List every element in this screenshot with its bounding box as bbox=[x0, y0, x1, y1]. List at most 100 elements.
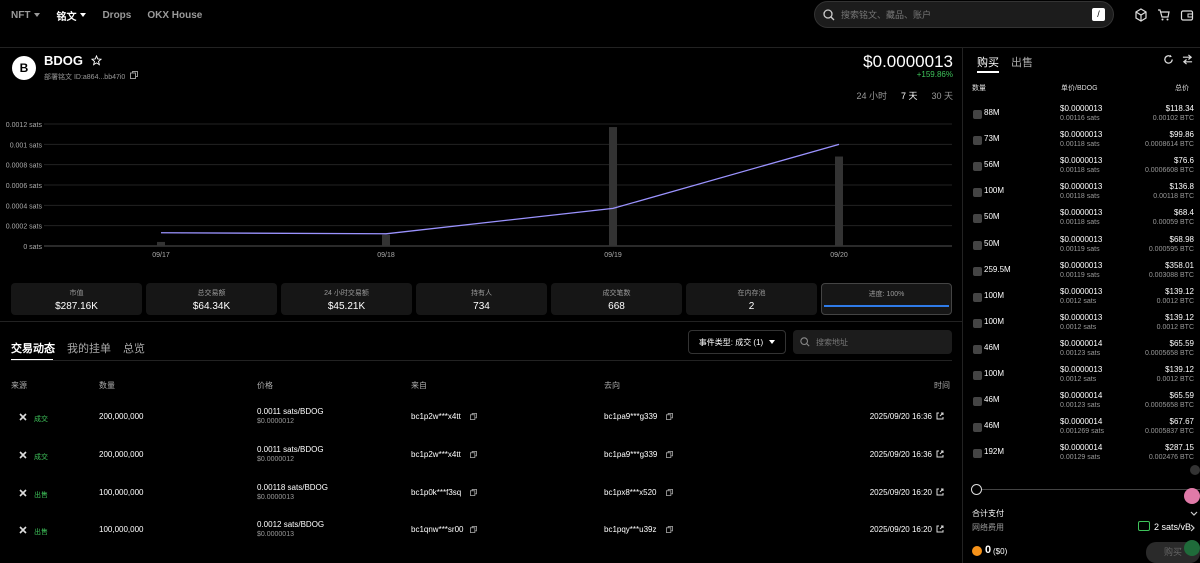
chevron-right-icon[interactable] bbox=[1190, 524, 1196, 532]
order-list: 88M $0.0000013 0.00116 sats $118.34 0.00102 … bbox=[0, 0, 1200, 475]
support-headset-icon[interactable] bbox=[1184, 540, 1200, 556]
external-link-icon[interactable] bbox=[936, 525, 944, 533]
row-to-address[interactable]: bc1px8***x520 bbox=[604, 488, 656, 497]
order-total-btc: 0.000595 BTC bbox=[1148, 245, 1194, 253]
order-checkbox[interactable] bbox=[973, 292, 982, 302]
order-total: $65.59 0.0005658 BTC bbox=[1145, 339, 1194, 357]
row-quantity: 100,000,000 bbox=[99, 525, 144, 534]
order-checkbox[interactable] bbox=[973, 344, 982, 354]
table-row[interactable]: 出售 100,000,000 0.00118 sats/BDOG $0.0000013… bbox=[0, 474, 962, 512]
order-price-usd: $0.0000014 bbox=[1060, 443, 1103, 453]
row-to[interactable]: bc1px8***x520 bbox=[604, 488, 656, 497]
order-total-btc: 0.0012 BTC bbox=[1156, 297, 1194, 305]
order-row[interactable]: 100M $0.0000013 0.0012 sats $139.12 0.0012 B… bbox=[966, 286, 1200, 312]
quantity-slider-track[interactable] bbox=[975, 489, 1200, 490]
order-price: $0.0000014 0.00129 sats bbox=[1060, 443, 1102, 461]
order-price-sats: 0.00123 sats bbox=[1060, 349, 1101, 357]
quantity-slider-knob[interactable] bbox=[971, 484, 982, 495]
order-qty: 73M bbox=[984, 134, 1000, 144]
order-total-btc: 0.003088 BTC bbox=[1148, 271, 1194, 279]
order-row[interactable]: 50M $0.0000013 0.00118 sats $68.4 0.00059 BT… bbox=[966, 207, 1200, 233]
order-total: $99.86 0.0008614 BTC bbox=[1145, 130, 1194, 148]
row-to[interactable]: bc1pqy***u39z bbox=[604, 525, 656, 534]
order-qty: 46M bbox=[984, 395, 1000, 405]
order-row[interactable]: 100M $0.0000013 0.0012 sats $139.12 0.0012 B… bbox=[966, 364, 1200, 390]
order-total-usd: $67.67 bbox=[1169, 417, 1194, 427]
order-row[interactable]: 46M $0.0000014 0.00123 sats $65.59 0.0005658… bbox=[966, 390, 1200, 416]
order-total-usd: $65.59 bbox=[1169, 391, 1194, 401]
order-price: $0.0000013 0.00119 sats bbox=[1060, 235, 1102, 253]
row-from-address[interactable]: bc1p0k***f3sq bbox=[411, 488, 461, 497]
order-checkbox[interactable] bbox=[973, 240, 982, 250]
order-total: $139.12 0.0012 BTC bbox=[1157, 365, 1194, 383]
order-row[interactable]: 192M $0.0000014 0.00129 sats $287.15 0.00247… bbox=[966, 442, 1200, 468]
order-total-usd: $136.8 bbox=[1169, 182, 1194, 192]
order-price-usd: $0.0000013 bbox=[1060, 156, 1103, 166]
order-checkbox[interactable] bbox=[973, 318, 982, 328]
order-row[interactable]: 46M $0.0000014 0.00123 sats $65.59 0.0005658… bbox=[966, 338, 1200, 364]
order-checkbox[interactable] bbox=[973, 371, 982, 380]
order-qty: 259.5M bbox=[984, 264, 1011, 274]
order-row[interactable]: 73M $0.0000013 0.00118 sats $99.86 0.0008614… bbox=[966, 129, 1200, 155]
copy-icon[interactable] bbox=[666, 489, 673, 496]
table-row[interactable]: 出售 100,000,000 0.0012 sats/BDOG $0.0000013 b… bbox=[0, 511, 962, 549]
order-row[interactable]: 88M $0.0000013 0.00116 sats $118.34 0.00102 … bbox=[966, 103, 1200, 129]
order-row[interactable]: 259.5M $0.0000013 0.00119 sats $358.01 0.003… bbox=[966, 260, 1200, 286]
order-row[interactable]: 46M $0.0000014 0.001269 sats $67.67 0.000583… bbox=[966, 416, 1200, 442]
copy-icon[interactable] bbox=[470, 489, 477, 496]
chat-bubble-icon[interactable] bbox=[1190, 465, 1200, 475]
order-total-usd: $358.01 bbox=[1165, 260, 1194, 270]
order-price-sats: 0.0012 sats bbox=[1060, 376, 1097, 383]
order-price-usd: $0.0000013 bbox=[1060, 312, 1103, 322]
order-checkbox[interactable] bbox=[973, 214, 982, 224]
order-checkbox[interactable] bbox=[973, 423, 982, 433]
order-price-usd: $0.0000014 bbox=[1060, 338, 1103, 348]
row-to-address[interactable]: bc1pqy***u39z bbox=[604, 525, 656, 534]
order-checkbox[interactable] bbox=[973, 136, 982, 146]
order-price: $0.0000014 0.001269 sats bbox=[1060, 417, 1104, 435]
order-price: $0.0000014 0.00123 sats bbox=[1060, 391, 1102, 409]
order-row[interactable]: 56M $0.0000013 0.00118 sats $76.6 0.0006608 … bbox=[966, 155, 1200, 181]
order-row[interactable]: 100M $0.0000013 0.0012 sats $139.12 0.0012 B… bbox=[966, 312, 1200, 338]
order-total-btc: 0.0008614 BTC bbox=[1144, 141, 1194, 149]
order-price-usd: $0.0000013 bbox=[1060, 130, 1103, 140]
assistant-avatar-icon[interactable] bbox=[1184, 488, 1200, 504]
row-price-sats: 0.0012 sats/BDOG bbox=[257, 520, 325, 529]
order-qty: 50M bbox=[984, 238, 1000, 248]
order-total-usd: $76.6 bbox=[1173, 156, 1194, 166]
order-price: $0.0000013 0.0012 sats bbox=[1060, 287, 1102, 305]
order-qty: 88M bbox=[984, 108, 1000, 117]
total-amount: 0 bbox=[985, 544, 992, 556]
order-checkbox[interactable] bbox=[973, 397, 982, 407]
row-time: 2025/09/20 16:20 bbox=[869, 525, 932, 534]
order-checkbox[interactable] bbox=[973, 188, 982, 198]
copy-icon[interactable] bbox=[666, 526, 673, 533]
marketplace-icon bbox=[19, 526, 27, 534]
order-row[interactable]: 50M $0.0000013 0.00119 sats $68.98 0.000595 … bbox=[966, 234, 1200, 260]
order-total: $358.01 0.003088 BTC bbox=[1149, 261, 1194, 279]
chevron-down-icon[interactable] bbox=[1190, 511, 1198, 517]
order-checkbox[interactable] bbox=[973, 449, 982, 459]
order-total-btc: 0.0005837 BTC bbox=[1144, 428, 1194, 436]
row-time: 2025/09/20 16:20 bbox=[869, 488, 932, 497]
order-price-usd: $0.0000013 bbox=[1060, 234, 1103, 244]
row-from[interactable]: bc1qnw***sr00 bbox=[411, 525, 463, 534]
order-price-sats: 0.00119 sats bbox=[1060, 245, 1100, 253]
row-from[interactable]: bc1p0k***f3sq bbox=[411, 488, 461, 497]
row-from-address[interactable]: bc1qnw***sr00 bbox=[411, 525, 463, 534]
order-price: $0.0000013 0.00119 sats bbox=[1060, 261, 1102, 279]
network-fee-value[interactable]: 2 sats/vB bbox=[1154, 522, 1191, 532]
order-checkbox[interactable] bbox=[973, 110, 982, 119]
copy-icon[interactable] bbox=[470, 526, 477, 533]
external-link-icon[interactable] bbox=[936, 488, 944, 496]
order-total-usd: $68.98 bbox=[1169, 234, 1194, 244]
order-row[interactable]: 100M $0.0000013 0.00118 sats $136.8 0.00118 … bbox=[966, 181, 1200, 207]
order-checkbox[interactable] bbox=[973, 162, 982, 172]
order-price-sats: 0.00129 sats bbox=[1060, 454, 1101, 462]
order-total-usd: $99.86 bbox=[1169, 130, 1194, 140]
order-price-sats: 0.00123 sats bbox=[1060, 402, 1101, 410]
order-total-btc: 0.00102 BTC bbox=[1152, 115, 1194, 122]
order-checkbox[interactable] bbox=[973, 266, 982, 276]
row-price: 0.0012 sats/BDOG $0.0000013 bbox=[257, 520, 324, 538]
order-qty: 192M bbox=[984, 447, 1005, 457]
